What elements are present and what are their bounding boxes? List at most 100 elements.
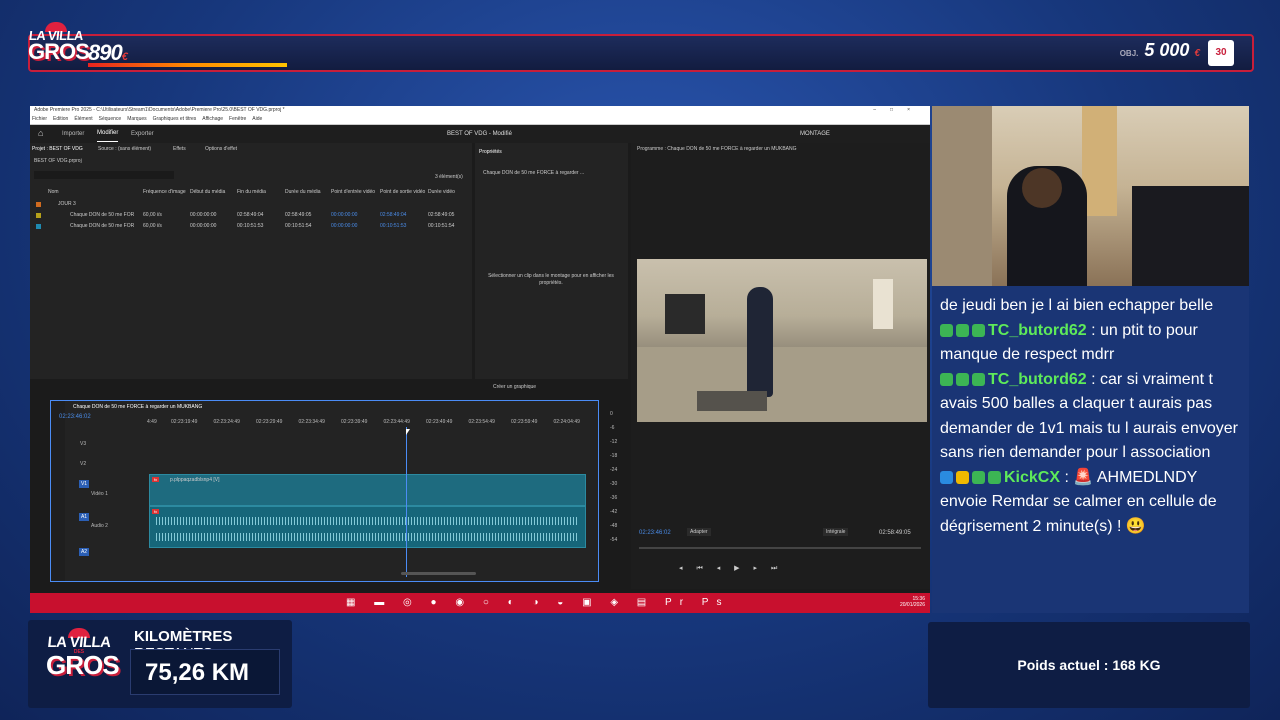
project-cell: 60,00 i/s <box>143 212 162 218</box>
km-panel: LA VILLA DES GROS KILOMÈTRES RESTANTS : … <box>28 620 292 708</box>
meter-tick-label: -18 <box>610 453 618 459</box>
meter-tick-label: -30 <box>610 481 618 487</box>
video-lamp <box>873 279 893 329</box>
donation-progress <box>88 63 1208 67</box>
project-cell: 02:58:49:05 <box>285 212 312 218</box>
taskbar-apps[interactable]: ▦ ▬ ◎ ● ◉ ○ ◐ ◑ ◒ ▣ ◈ ▤ Pr Ps <box>346 597 729 608</box>
audio-waveform-right <box>156 533 579 541</box>
taskbar-clock[interactable]: 15:36 20/01/2026 <box>900 596 925 608</box>
tab-exporter[interactable]: Exporter <box>131 125 154 143</box>
quality-dropdown[interactable]: Intégrale <box>823 528 849 536</box>
ruler-tick-label: 4:49 <box>147 419 157 425</box>
track-v2-label: V2 <box>80 461 87 467</box>
window-titlebar: Adobe Premiere Pro 2025 - C:\Utilisateur… <box>30 106 930 115</box>
video-screens <box>665 294 705 334</box>
menu-item-1[interactable]: Edition <box>53 116 68 122</box>
tab-project[interactable]: Projet : BEST OF VDG <box>32 146 83 152</box>
search-input[interactable] <box>34 171 174 179</box>
properties-title: Propriétés <box>479 149 502 155</box>
menu-item-6[interactable]: Affichage <box>202 116 223 122</box>
km-value: 75,26 KM <box>130 649 280 695</box>
chat-username[interactable]: KickCX <box>1004 469 1060 486</box>
meter-tick-label: -12 <box>610 439 618 445</box>
column-header[interactable]: Fréquence d'image <box>143 189 186 195</box>
chat-badge-icon <box>988 470 1001 484</box>
timeline-tab[interactable]: Chaque DON de 50 me FORCE à regarder un … <box>73 404 202 410</box>
project-cell: 02:58:49:04 <box>380 212 407 218</box>
tab-effects[interactable]: Effets <box>173 146 186 152</box>
chat-panel: de jeudi ben je l ai bien echapper belle… <box>932 286 1249 613</box>
video-person <box>747 287 773 397</box>
create-graphic-button[interactable]: Créer un graphique <box>493 384 536 390</box>
track-a2-toggle[interactable]: A2 <box>79 548 89 556</box>
chat-username[interactable]: TC_butord62 <box>988 371 1087 388</box>
audio-fx-badge-icon: fx <box>152 509 160 514</box>
menu-item-0[interactable]: Fichier <box>32 116 47 122</box>
ruler-tick-label: 02:23:59:49 <box>511 419 538 425</box>
properties-empty-message: Sélectionner un clip dans le montage pou… <box>488 273 614 286</box>
video-clip[interactable]: fx p.plppaqzadblsnp4 [V] <box>149 474 586 506</box>
project-cell: 60,00 i/s <box>143 223 162 229</box>
menu-item-7[interactable]: Fenêtre <box>229 116 246 122</box>
windows-taskbar: ▦ ▬ ◎ ● ◉ ○ ◐ ◑ ◒ ▣ ◈ ▤ Pr Ps 15:36 20/0… <box>30 593 930 613</box>
column-header[interactable]: Début du média <box>190 189 225 195</box>
program-scrub-bar[interactable] <box>639 547 921 549</box>
track-v1-toggle[interactable]: V1 <box>79 480 89 488</box>
meter-tick-label: -42 <box>610 509 618 515</box>
project-item-name[interactable]: Chaque DON de 50 me FOR <box>70 212 134 218</box>
chat-badge-icon <box>956 372 969 386</box>
webcam-curtain-2 <box>1082 106 1117 216</box>
tab-importer[interactable]: Importer <box>62 125 84 143</box>
project-cell: 00:10:51:54 <box>285 223 312 229</box>
program-title: Programme : Chaque DON de 50 me FORCE à … <box>637 146 797 152</box>
transport-controls[interactable]: ◂ ⏮ ◂ ▶ ▸ ⏭ <box>679 564 783 573</box>
program-timecode[interactable]: 02:23:46:02 <box>639 530 671 536</box>
logo: LA VILLA GROS <box>28 22 90 62</box>
properties-item[interactable]: Chaque DON de 50 me FORCE à regarder ... <box>483 170 584 176</box>
fit-dropdown[interactable]: Adapter <box>687 528 711 536</box>
time-ruler[interactable]: 4:49 02:23:19:49 02:23:24:49 02:23:29:49 02:… <box>147 419 587 433</box>
menu-item-3[interactable]: Séquence <box>99 116 122 122</box>
chat-badge-icon <box>972 323 985 337</box>
project-cell: 00:10:51:54 <box>428 223 455 229</box>
tools-sidebar <box>51 401 65 581</box>
meter-tick-label: 0 <box>610 411 613 417</box>
chat-message: TC_butord62 : car si vraiment t avais 50… <box>940 370 1238 461</box>
screen-capture: Adobe Premiere Pro 2025 - C:\Utilisateur… <box>30 106 930 613</box>
properties-panel: Propriétés Chaque DON de 50 me FORCE à r… <box>475 143 628 390</box>
playhead[interactable] <box>406 427 407 577</box>
timeline-scrollbar[interactable] <box>401 572 476 575</box>
menu-item-8[interactable]: Aide <box>252 116 262 122</box>
column-header[interactable]: Durée vidéo <box>428 189 455 195</box>
chat-message: KickCX : 🚨 AHMEDLNDY envoie Remdar se ca… <box>940 468 1217 535</box>
home-icon[interactable]: ⌂ <box>38 129 47 138</box>
workspace-label[interactable]: MONTAGE <box>800 125 830 143</box>
project-cell: 00:10:51:53 <box>380 223 407 229</box>
project-file: BEST OF VDG.prproj <box>34 158 82 164</box>
chat-message: TC_butord62 : un ptit to pour manque de … <box>940 321 1198 363</box>
column-header[interactable]: Point de sortie vidéo <box>380 189 425 195</box>
audio-clip[interactable]: fx <box>149 506 586 548</box>
tab-modifier[interactable]: Modifier <box>97 125 119 142</box>
timeline-timecode[interactable]: 02:23:46:02 <box>59 414 91 420</box>
menu-item-2[interactable]: Élément <box>74 116 92 122</box>
project-item-name[interactable]: JOUR 3 <box>58 201 76 207</box>
chat-badge-icon <box>972 470 985 484</box>
label-color-icon <box>36 224 41 229</box>
chat-username[interactable]: TC_butord62 <box>988 322 1087 339</box>
column-header[interactable]: Fin du média <box>237 189 266 195</box>
track-a1-toggle[interactable]: A1 <box>79 513 89 521</box>
menu-item-4[interactable]: Marques <box>127 116 146 122</box>
column-header[interactable]: Point d'entrée vidéo <box>331 189 375 195</box>
column-header[interactable]: Durée du média <box>285 189 321 195</box>
column-header[interactable]: Nom <box>48 189 59 195</box>
label-color-icon <box>36 213 41 218</box>
window-controls[interactable]: –□× <box>873 106 924 115</box>
menu-item-5[interactable]: Graphiques et titres <box>153 116 197 122</box>
tab-source[interactable]: Source : (sans élément) <box>98 146 151 152</box>
audio-waveform-left <box>156 517 579 525</box>
project-cell: 00:10:51:53 <box>237 223 264 229</box>
tab-effect-options[interactable]: Options d'effet <box>205 146 237 152</box>
webcam-head <box>1022 168 1062 208</box>
project-item-name[interactable]: Chaque DON de 50 me FOR <box>70 223 134 229</box>
